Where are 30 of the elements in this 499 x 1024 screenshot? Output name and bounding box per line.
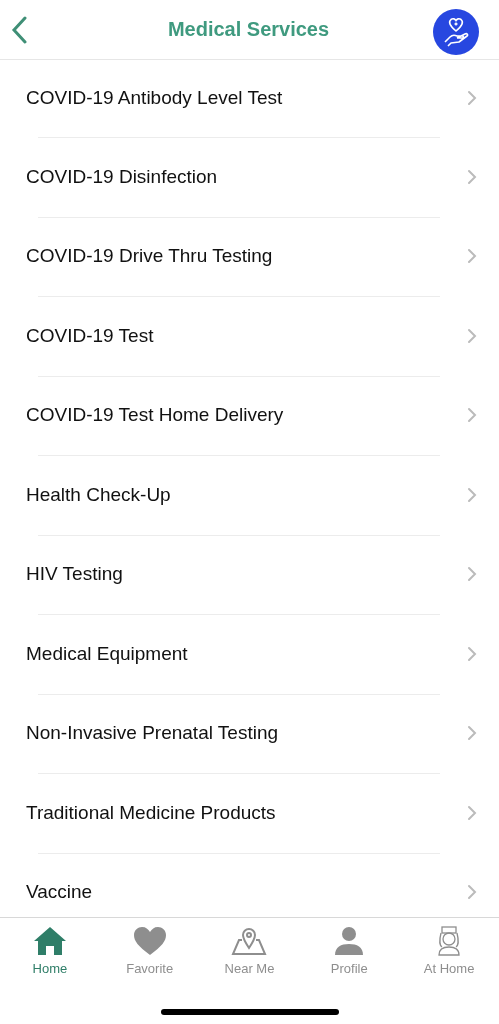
service-item[interactable]: COVID-19 Disinfection [0,137,499,217]
service-item[interactable]: COVID-19 Test Home Delivery [0,375,499,455]
service-item[interactable]: HIV Testing [0,534,499,614]
chevron-right-icon [467,89,477,106]
chevron-right-icon [467,566,477,583]
chevron-right-icon [467,248,477,265]
tab[interactable]: Home [0,926,100,976]
service-item[interactable]: Vaccine [0,852,499,917]
heart-hand-icon[interactable] [433,8,479,55]
chevron-right-icon [467,725,477,742]
chevron-right-icon [467,168,477,185]
back-button[interactable] [10,15,28,44]
chevron-right-icon [467,884,477,901]
chevron-right-icon [467,486,477,503]
chevron-right-icon [467,407,477,424]
page-title: Medical Services [167,18,330,41]
back-icon [10,15,28,44]
service-item[interactable]: COVID-19 Test [0,296,499,376]
service-item[interactable]: Health Check-Up [0,455,499,535]
service-item[interactable]: Non-Invasive Prenatal Testing [0,693,499,773]
chevron-right-icon [467,645,477,662]
home-icon [32,926,67,956]
service-item[interactable]: Medical Equipment [0,614,499,694]
service-item[interactable]: COVID-19 Antibody Level Test [0,60,499,137]
heart-icon [132,926,167,956]
chevron-right-icon [467,327,477,344]
chevron-right-icon [467,804,477,821]
service-item[interactable]: Traditional Medicine Products [0,773,499,853]
map-pin-icon [231,926,268,956]
service-item[interactable]: COVID-19 Drive Thru Testing [0,216,499,296]
